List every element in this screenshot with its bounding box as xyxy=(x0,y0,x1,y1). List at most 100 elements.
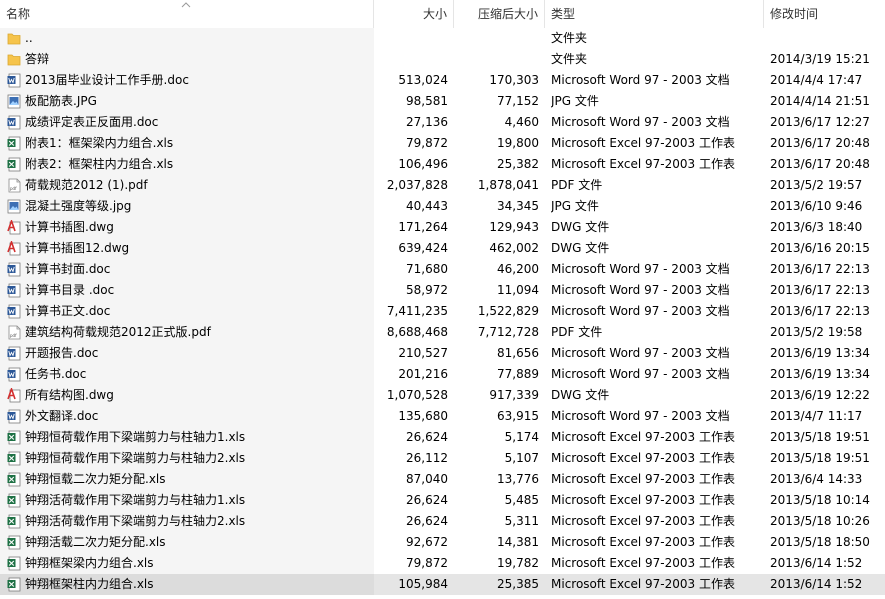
file-size: 105,984 xyxy=(398,577,448,591)
file-list-view: 名称 大小 压缩后大小 类型 修改时间 .. 文件夹 答辩 文件夹 2014/3/19 … xyxy=(0,0,885,599)
excel-xls-icon xyxy=(7,472,21,487)
column-header-modified[interactable]: 修改时间 xyxy=(764,0,885,28)
compressed-size: 1,878,041 xyxy=(477,178,539,192)
file-row[interactable]: pdf 建筑结构荷载规范2012正式版.pdf 8,688,468 7,712,728… xyxy=(0,322,885,343)
file-row[interactable]: 计算书插图12.dwg 639,424 462,002 DWG 文件 2013/6/16… xyxy=(0,238,885,259)
file-name: 钟翔活载二次力矩分配.xls xyxy=(25,535,166,549)
compressed-size xyxy=(454,49,539,70)
column-header-size-label: 大小 xyxy=(422,7,447,21)
file-size: 26,112 xyxy=(406,451,448,465)
file-type: DWG 文件 xyxy=(551,388,610,402)
file-type: DWG 文件 xyxy=(551,220,610,234)
file-name: 计算书插图.dwg xyxy=(25,220,114,234)
modified-time: 2014/4/4 17:47 xyxy=(770,73,863,87)
file-row[interactable]: 附表1：框架梁内力组合.xls 79,872 19,800 Microsoft Exc… xyxy=(0,133,885,154)
file-row[interactable]: 所有结构图.dwg 1,070,528 917,339 DWG 文件 2013/6/19… xyxy=(0,385,885,406)
file-row[interactable]: pdf 荷载规范2012 (1).pdf 2,037,828 1,878,041 PDF… xyxy=(0,175,885,196)
compressed-size: 170,303 xyxy=(489,73,539,87)
file-row[interactable]: 混凝土强度等级.jpg 40,443 34,345 JPG 文件 2013/6/10 9… xyxy=(0,196,885,217)
file-row[interactable]: 钟翔活荷载作用下梁端剪力与柱轴力2.xls 26,624 5,311 Microsof… xyxy=(0,511,885,532)
file-row[interactable]: 钟翔活载二次力矩分配.xls 92,672 14,381 Microsoft Exce… xyxy=(0,532,885,553)
compressed-size: 462,002 xyxy=(489,241,539,255)
file-row[interactable]: 外文翻译.doc 135,680 63,915 Microsoft Word 97 -… xyxy=(0,406,885,427)
file-name: 外文翻译.doc xyxy=(25,409,99,423)
file-size: 26,624 xyxy=(406,430,448,444)
file-name: 开题报告.doc xyxy=(25,346,99,360)
file-size: 2,037,828 xyxy=(386,178,448,192)
word-doc-icon xyxy=(7,346,21,361)
file-row[interactable]: 板配筋表.JPG 98,581 77,152 JPG 文件 2014/4/14 21:5… xyxy=(0,91,885,112)
folder-icon xyxy=(7,54,21,66)
file-row[interactable]: 2013届毕业设计工作手册.doc 513,024 170,303 Microsoft… xyxy=(0,70,885,91)
file-name: 任务书.doc xyxy=(25,367,87,381)
file-type: Microsoft Excel 97-2003 工作表 xyxy=(551,472,735,486)
excel-xls-icon xyxy=(7,493,21,508)
jpg-icon xyxy=(7,199,21,214)
compressed-size: 5,107 xyxy=(504,451,539,465)
file-row[interactable]: 计算书正文.doc 7,411,235 1,522,829 Microsoft Wor… xyxy=(0,301,885,322)
word-doc-icon xyxy=(7,409,21,424)
file-name: 钟翔框架梁内力组合.xls xyxy=(25,556,154,570)
column-header-name-label: 名称 xyxy=(6,7,31,21)
file-size xyxy=(374,49,448,70)
file-row[interactable]: .. 文件夹 xyxy=(0,28,885,49)
column-header-compressed-size[interactable]: 压缩后大小 xyxy=(454,0,545,28)
file-row[interactable]: 计算书封面.doc 71,680 46,200 Microsoft Word 97 -… xyxy=(0,259,885,280)
modified-time: 2013/6/19 13:34 xyxy=(770,346,870,360)
file-size: 26,624 xyxy=(406,514,448,528)
compressed-size xyxy=(454,28,539,49)
file-size: 7,411,235 xyxy=(386,304,448,318)
file-row[interactable]: 开题报告.doc 210,527 81,656 Microsoft Word 97 -… xyxy=(0,343,885,364)
column-header-name[interactable]: 名称 xyxy=(0,0,374,28)
word-doc-icon xyxy=(7,367,21,382)
word-doc-icon xyxy=(7,304,21,319)
modified-time: 2013/6/19 13:34 xyxy=(770,367,870,381)
file-row[interactable]: 答辩 文件夹 2014/3/19 15:21 xyxy=(0,49,885,70)
file-row[interactable]: 附表2：框架柱内力组合.xls 106,496 25,382 Microsoft Ex… xyxy=(0,154,885,175)
modified-time: 2013/5/2 19:57 xyxy=(770,178,863,192)
compressed-size: 5,485 xyxy=(504,493,539,507)
column-header-size[interactable]: 大小 xyxy=(374,0,454,28)
compressed-size: 25,382 xyxy=(497,157,539,171)
svg-text:pdf: pdf xyxy=(10,333,17,338)
jpg-icon xyxy=(7,94,21,109)
compressed-size: 7,712,728 xyxy=(477,325,539,339)
modified-time: 2013/6/16 20:15 xyxy=(770,241,870,255)
file-name: 计算书正文.doc xyxy=(25,304,111,318)
file-type: Microsoft Word 97 - 2003 文档 xyxy=(551,262,730,276)
file-row[interactable]: 计算书目录 .doc 58,972 11,094 Microsoft Word 97 … xyxy=(0,280,885,301)
file-type: Microsoft Excel 97-2003 工作表 xyxy=(551,556,735,570)
file-type: Microsoft Word 97 - 2003 文档 xyxy=(551,409,730,423)
modified-time: 2013/6/17 20:48 xyxy=(770,157,870,171)
folder-icon xyxy=(7,33,21,45)
file-row[interactable]: 成绩评定表正反面用.doc 27,136 4,460 Microsoft Word 9… xyxy=(0,112,885,133)
file-row[interactable]: 钟翔恒荷载作用下梁端剪力与柱轴力1.xls 26,624 5,174 Microsof… xyxy=(0,427,885,448)
file-row[interactable]: 钟翔活荷载作用下梁端剪力与柱轴力1.xls 26,624 5,485 Microsof… xyxy=(0,490,885,511)
excel-xls-icon xyxy=(7,157,21,172)
file-name: 附表1：框架梁内力组合.xls xyxy=(25,136,174,150)
file-name: 荷载规范2012 (1).pdf xyxy=(25,178,148,192)
file-row[interactable]: 钟翔恒荷载作用下梁端剪力与柱轴力2.xls 26,112 5,107 Microsof… xyxy=(0,448,885,469)
excel-xls-icon xyxy=(7,577,21,592)
file-type: Microsoft Word 97 - 2003 文档 xyxy=(551,115,730,129)
file-size: 87,040 xyxy=(406,472,448,486)
modified-time: 2013/6/17 22:13 xyxy=(770,262,870,276)
file-row[interactable]: 钟翔恒载二次力矩分配.xls 87,040 13,776 Microsoft Exce… xyxy=(0,469,885,490)
file-size: 71,680 xyxy=(406,262,448,276)
pdf-icon: pdf xyxy=(8,178,21,193)
file-name: 计算书插图12.dwg xyxy=(25,241,130,255)
file-row[interactable]: 任务书.doc 201,216 77,889 Microsoft Word 97 - … xyxy=(0,364,885,385)
compressed-size: 5,311 xyxy=(504,514,539,528)
file-row[interactable]: 钟翔框架柱内力组合.xls 105,984 25,385 Microsoft Exce… xyxy=(0,574,885,595)
file-type: Microsoft Excel 97-2003 工作表 xyxy=(551,136,735,150)
file-type: Microsoft Word 97 - 2003 文档 xyxy=(551,304,730,318)
compressed-size: 46,200 xyxy=(497,262,539,276)
file-name: 钟翔恒载二次力矩分配.xls xyxy=(25,472,166,486)
modified-time: 2013/6/14 1:52 xyxy=(770,577,863,591)
file-size: 106,496 xyxy=(398,157,448,171)
file-type: Microsoft Excel 97-2003 工作表 xyxy=(551,493,735,507)
modified-time: 2013/6/3 18:40 xyxy=(770,220,863,234)
file-row[interactable]: 计算书插图.dwg 171,264 129,943 DWG 文件 2013/6/3 18… xyxy=(0,217,885,238)
file-row[interactable]: 钟翔框架梁内力组合.xls 79,872 19,782 Microsoft Excel… xyxy=(0,553,885,574)
column-header-type[interactable]: 类型 xyxy=(545,0,764,28)
